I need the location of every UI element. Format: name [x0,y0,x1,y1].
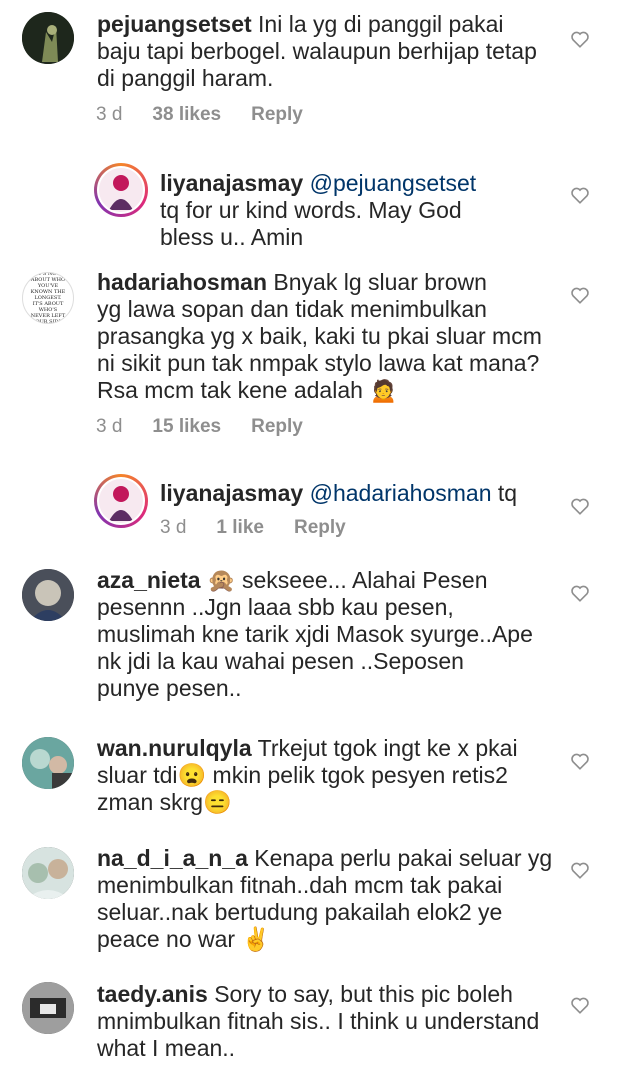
timestamp: 3 d [96,104,123,125]
avatar[interactable] [22,12,74,64]
reply-button[interactable]: Reply [251,416,303,438]
avatar[interactable] [22,569,74,621]
comment-text: liyanajasmay @hadariahosman tq [160,480,517,507]
heart-outline-icon[interactable] [570,752,590,770]
mention-link[interactable]: @pejuangsetset [310,170,477,196]
comment-line: ni sikit pun tak nmpak stylo lawa kat ma… [97,350,540,376]
comment-meta: 3 d 1 like Reply [160,517,346,539]
comment-line: what I mean.. [97,1035,236,1061]
comment-line: nk jdi la kau wahai pesen ..Seposen [97,648,464,674]
comment-line: baju tapi berbogel. walaupun berhijap te… [97,38,537,64]
username[interactable]: wan.nurulqyla [97,735,252,761]
username[interactable]: na_d_i_a_n_a [97,845,248,871]
comment-meta: 3 d 15 likes Reply [96,416,303,438]
username[interactable]: liyanajasmay [160,170,303,196]
heart-outline-icon[interactable] [570,861,590,879]
comment-line: yg lawa sopan dan tidak menimbulkan [97,296,487,322]
comment-line: 🙊 sekseee... Alahai Pesen [206,567,488,593]
avatar[interactable] [22,737,74,789]
comment-line: sluar tdi😦 mkin pelik tgok pesyen retis2 [97,762,508,788]
comment-line: Trkejut tgok ingt ke x pkai [257,735,518,761]
avatar[interactable] [22,847,74,899]
reply-button[interactable]: Reply [294,517,346,539]
comment-line: bless u.. Amin [160,224,304,250]
comment-text: hadariahosman Bnyak lg sluar brown yg la… [97,269,542,404]
comment-line: peace no war ✌ [97,926,271,952]
comment-line: Kenapa perlu pakai seluar yg [254,845,553,871]
avatar-quote: IT'S NOT ABOUT WHO YOU'VE KNOWN THE LONG… [30,272,66,324]
comment-text: liyanajasmay @pejuangsetset tq for ur ki… [160,170,476,251]
comment-line: di panggil haram. [97,65,274,91]
avatar[interactable]: IT'S NOT ABOUT WHO YOU'VE KNOWN THE LONG… [22,272,74,324]
avatar[interactable] [22,982,74,1034]
comment-text: pejuangsetset Ini la yg di panggil pakai… [97,11,537,92]
username[interactable]: hadariahosman [97,269,267,295]
comment-text: taedy.anis Sory to say, but this pic bol… [97,981,539,1062]
comment-line: tq for ur kind words. May God [160,197,462,223]
comment-line: mnimbulkan fitnah sis.. I think u unders… [97,1008,540,1034]
reply-button[interactable]: Reply [251,104,303,126]
comment-line: Ini la yg di panggil pakai [258,11,504,37]
username[interactable]: liyanajasmay [160,480,303,506]
username[interactable]: taedy.anis [97,981,208,1007]
comment-text: wan.nurulqyla Trkejut tgok ingt ke x pka… [97,735,518,816]
username[interactable]: aza_nieta [97,567,201,593]
avatar[interactable] [94,474,148,528]
comment-line: punye pesen.. [97,675,242,701]
likes-count[interactable]: 38 likes [152,104,221,126]
comment-line: zman skrg😑 [97,789,232,815]
comment-line: menimbulkan fitnah..dah mcm tak pakai [97,872,503,898]
timestamp: 3 d [160,517,187,538]
comment-line: Bnyak lg sluar brown [273,269,487,295]
heart-outline-icon[interactable] [570,30,590,48]
comment-line: Sory to say, but this pic boleh [214,981,513,1007]
heart-outline-icon[interactable] [570,497,590,515]
comment-line: muslimah kne tarik xjdi Masok syurge..Ap… [97,621,533,647]
comment-line: pesennn ..Jgn laaa sbb kau pesen, [97,594,454,620]
avatar[interactable] [94,163,148,217]
mention-link[interactable]: @hadariahosman [310,480,492,506]
likes-count[interactable]: 1 like [216,517,264,539]
comment-line: seluar..nak bertudung pakailah elok2 ye [97,899,503,925]
heart-outline-icon[interactable] [570,996,590,1014]
username[interactable]: pejuangsetset [97,11,252,37]
comment-meta: 3 d 38 likes Reply [96,104,303,126]
heart-outline-icon[interactable] [570,286,590,304]
heart-outline-icon[interactable] [570,584,590,602]
comment-text: na_d_i_a_n_a Kenapa perlu pakai seluar y… [97,845,552,953]
comment-line: tq [497,480,518,506]
comment-line: prasangka yg x baik, kaki tu pkai sluar … [97,323,542,349]
likes-count[interactable]: 15 likes [152,416,221,438]
heart-outline-icon[interactable] [570,186,590,204]
comment-line: Rsa mcm tak kene adalah 🙍 [97,377,398,403]
comment-text: aza_nieta 🙊 sekseee... Alahai Pesen pese… [97,567,533,702]
timestamp: 3 d [96,416,123,437]
